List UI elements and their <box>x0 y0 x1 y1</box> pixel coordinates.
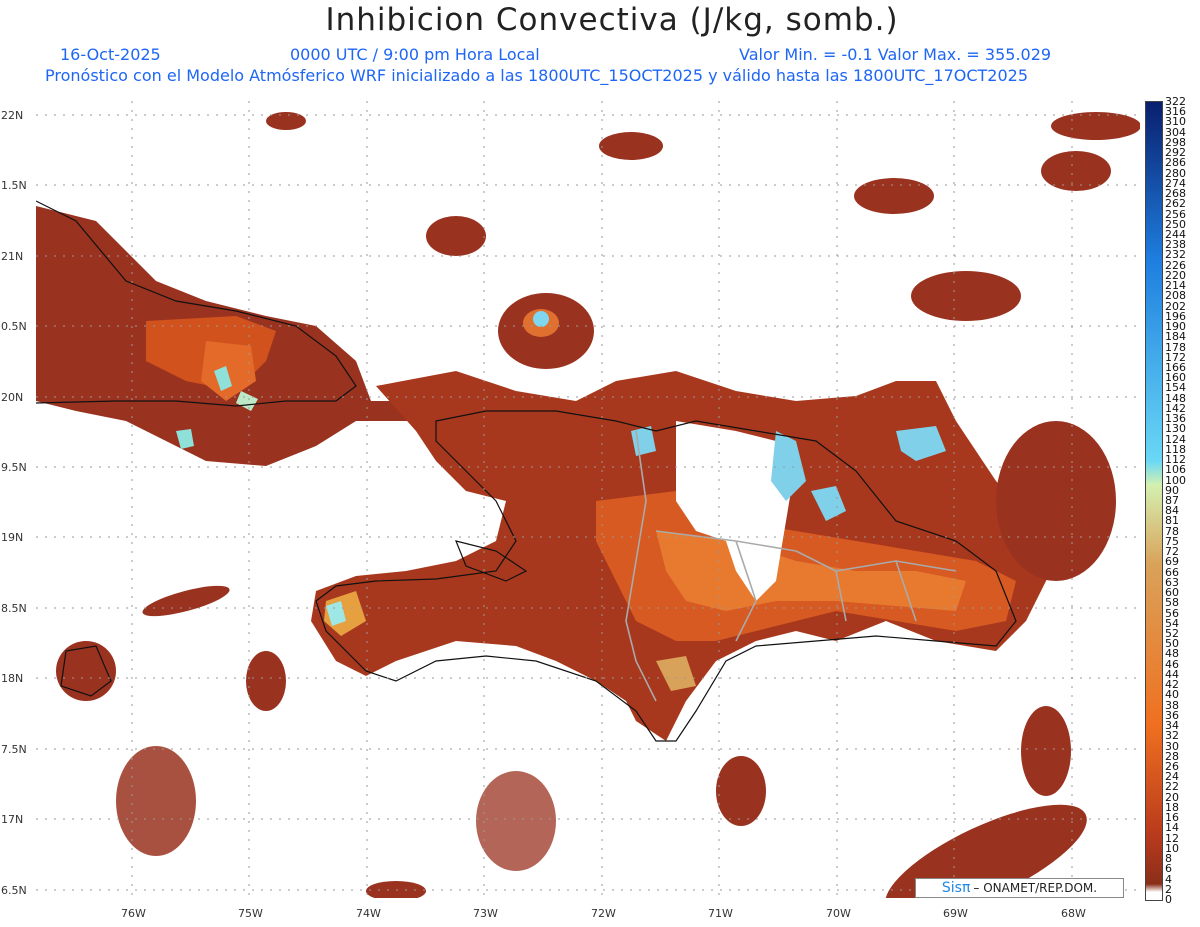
min-max-values: Valor Min. = -0.1 Valor Max. = 355.029 <box>739 45 1052 64</box>
colorbar <box>1145 101 1163 901</box>
lat-label: 22N <box>1 109 24 122</box>
cin-field <box>36 112 1140 898</box>
convective-inhibition-map <box>36 101 1140 898</box>
lon-label: 74W <box>356 907 381 920</box>
lat-label: 18N <box>1 672 24 685</box>
credit-text: – ONAMET/REP.DOM. <box>973 881 1098 895</box>
lon-label: 68W <box>1061 907 1086 920</box>
lat-label: 19N <box>1 531 24 544</box>
forecast-time: 0000 UTC / 9:00 pm Hora Local <box>290 45 540 64</box>
lon-label: 70W <box>826 907 851 920</box>
lat-label: 8.5N <box>1 602 27 615</box>
lat-label: 6.5N <box>1 884 27 897</box>
sispi-logo: Sisπ <box>941 880 971 896</box>
colorbar-tick-label: 0 <box>1165 893 1172 906</box>
lon-label: 72W <box>591 907 616 920</box>
lat-label: 17N <box>1 813 24 826</box>
lat-label: 1.5N <box>1 179 27 192</box>
lat-label: 21N <box>1 250 24 263</box>
lat-label: 0.5N <box>1 320 27 333</box>
lat-label: 7.5N <box>1 743 27 756</box>
model-info: Pronóstico con el Modelo Atmósferico WRF… <box>45 66 1029 85</box>
lon-label: 71W <box>708 907 733 920</box>
lat-label: 9.5N <box>1 461 27 474</box>
lon-label: 75W <box>238 907 263 920</box>
lon-label: 73W <box>473 907 498 920</box>
lon-label: 69W <box>943 907 968 920</box>
map-title: Inhibicion Convectiva (J/kg, somb.) <box>325 2 899 38</box>
forecast-date: 16-Oct-2025 <box>60 45 161 64</box>
lon-label: 76W <box>121 907 146 920</box>
lat-label: 20N <box>1 391 24 404</box>
credit-box: Sisπ – ONAMET/REP.DOM. <box>915 878 1124 898</box>
